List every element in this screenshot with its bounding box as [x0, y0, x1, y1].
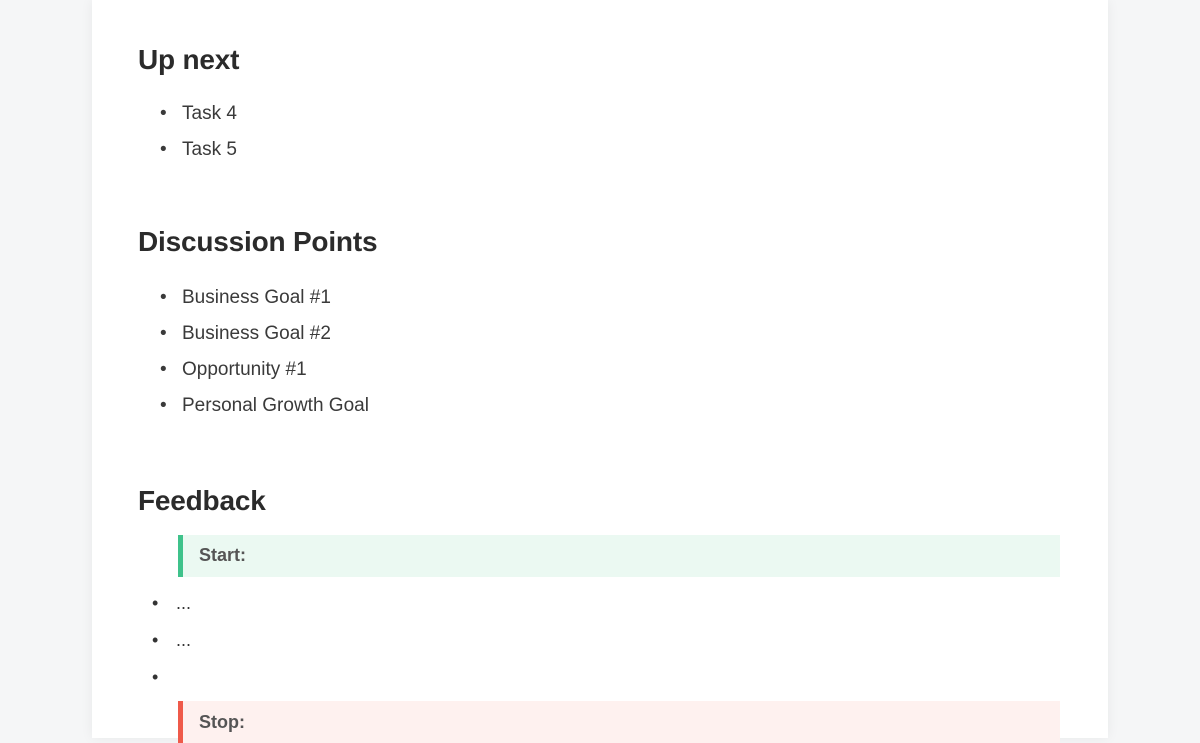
- stop-callout: Stop:: [178, 701, 1060, 743]
- up-next-heading: Up next: [138, 44, 1060, 76]
- feedback-start-list: ... ...: [138, 585, 1060, 694]
- list-item: [152, 659, 1060, 693]
- document-page: Up next Task 4 Task 5 Discussion Points …: [92, 0, 1108, 738]
- stop-label: Stop:: [199, 712, 245, 733]
- list-item: Task 5: [160, 132, 1060, 168]
- list-item: Personal Growth Goal: [160, 388, 1060, 424]
- list-item: Business Goal #1: [160, 280, 1060, 316]
- list-item: ...: [152, 585, 1060, 622]
- discussion-points-heading: Discussion Points: [138, 226, 1060, 258]
- discussion-points-list: Business Goal #1 Business Goal #2 Opport…: [138, 280, 1060, 424]
- list-item: ...: [152, 622, 1060, 659]
- start-callout: Start:: [178, 535, 1060, 577]
- up-next-list: Task 4 Task 5: [138, 96, 1060, 168]
- start-label: Start:: [199, 545, 246, 566]
- feedback-heading: Feedback: [138, 485, 1060, 517]
- list-item: Opportunity #1: [160, 352, 1060, 388]
- list-item: Business Goal #2: [160, 316, 1060, 352]
- list-item: Task 4: [160, 96, 1060, 132]
